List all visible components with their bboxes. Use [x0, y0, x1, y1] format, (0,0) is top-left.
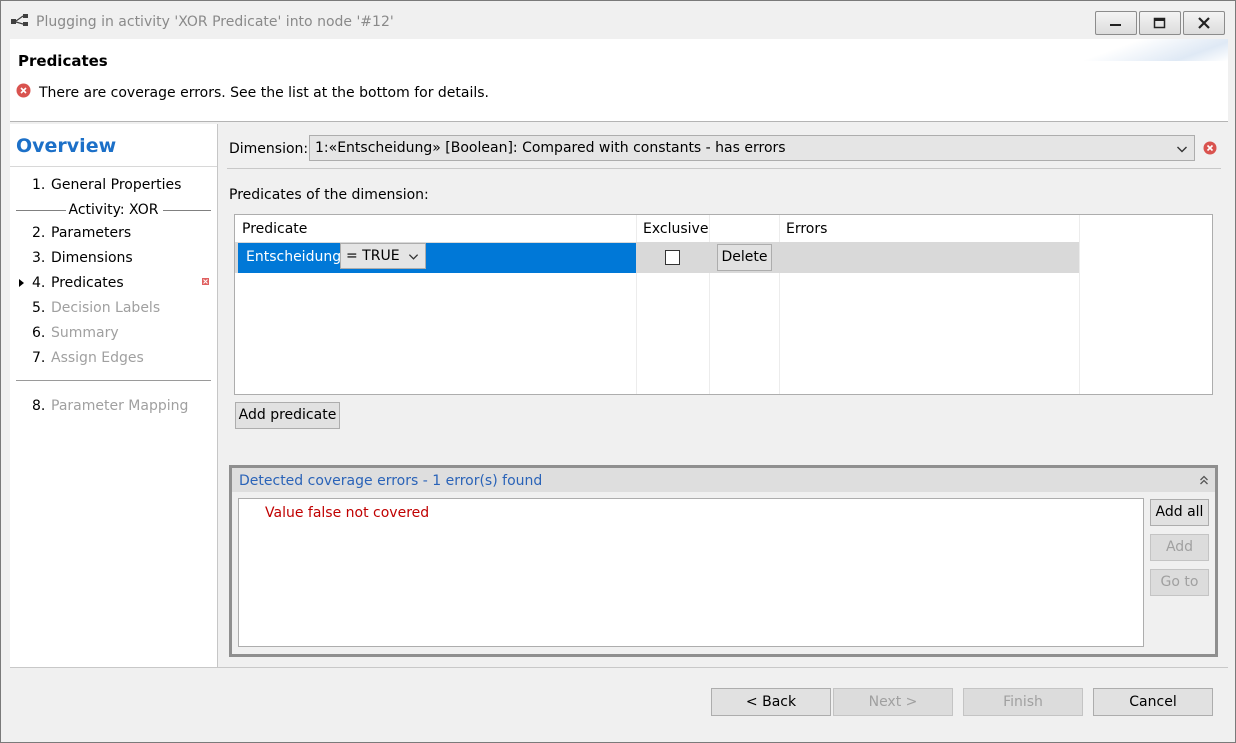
nav-item-number: 4. — [32, 275, 46, 291]
next-button[interactable]: Next > — [833, 688, 953, 716]
cancel-button[interactable]: Cancel — [1093, 688, 1213, 716]
title-bar: Plugging in activity 'XOR Predicate' int… — [1, 1, 1235, 39]
minimize-icon — [1110, 24, 1121, 26]
chevron-down-icon — [408, 254, 419, 260]
nav-item-parameters[interactable]: 2. Parameters — [32, 225, 131, 241]
back-button[interactable]: < Back — [711, 688, 831, 716]
predicates-section-title: Predicates of the dimension: — [229, 187, 429, 203]
nav-item-label: Assign Edges — [51, 350, 144, 366]
go-to-button[interactable]: Go to — [1150, 569, 1209, 596]
nav-item-summary[interactable]: 6. Summary — [32, 325, 119, 341]
nav-item-number: 6. — [32, 325, 46, 341]
nav-group-activity: Activity: XOR — [16, 202, 211, 220]
nav-group-label: Activity: XOR — [68, 202, 159, 218]
predicate-value-text: = TRUE — [346, 248, 400, 264]
coverage-title: Detected coverage errors - 1 error(s) fo… — [239, 473, 543, 489]
nav-item-predicates[interactable]: 4. Predicates — [32, 275, 124, 291]
nav-item-label: Decision Labels — [51, 300, 161, 316]
finish-button[interactable]: Finish — [963, 688, 1083, 716]
wizard-window: Plugging in activity 'XOR Predicate' int… — [0, 0, 1236, 743]
nav-item-label: Parameters — [51, 225, 132, 241]
column-header-predicate[interactable]: Predicate — [235, 215, 636, 242]
nav-divider — [16, 380, 211, 381]
error-icon — [16, 83, 31, 98]
header-error-message: There are coverage errors. See the list … — [39, 85, 489, 101]
page-title: Predicates — [18, 52, 108, 70]
maximize-icon — [1153, 17, 1166, 29]
nav-title-divider — [10, 166, 217, 167]
chevron-down-icon — [1177, 146, 1187, 153]
dimension-label: Dimension: — [229, 141, 309, 157]
nav-item-label: General Properties — [51, 177, 182, 193]
add-all-button[interactable]: Add all — [1150, 499, 1209, 526]
add-button[interactable]: Add — [1150, 534, 1209, 561]
step-error-icon — [202, 278, 209, 285]
nav-item-number: 3. — [32, 250, 46, 266]
column-divider — [1079, 215, 1080, 394]
dimension-select-value: 1:«Entscheidung» [Boolean]: Compared wit… — [315, 140, 786, 156]
nav-item-number: 7. — [32, 350, 46, 366]
collapse-icon[interactable] — [1199, 474, 1209, 486]
predicates-table: Predicate Exclusive Errors Entscheidung … — [234, 214, 1213, 395]
nav-item-label: Predicates — [51, 275, 124, 291]
nav-title: Overview — [16, 135, 117, 157]
coverage-errors-section: Detected coverage errors - 1 error(s) fo… — [229, 465, 1218, 657]
column-header-errors[interactable]: Errors — [779, 215, 1079, 242]
current-step-arrow-icon — [19, 279, 24, 287]
nav-item-assign-edges[interactable]: 7. Assign Edges — [32, 350, 144, 366]
nav-item-number: 1. — [32, 177, 46, 193]
coverage-header: Detected coverage errors - 1 error(s) fo… — [232, 468, 1215, 492]
nav-item-label: Dimensions — [51, 250, 133, 266]
column-header-actions — [709, 215, 779, 242]
window-title: Plugging in activity 'XOR Predicate' int… — [36, 14, 394, 30]
footer-divider — [10, 667, 1228, 668]
wizard-header: Predicates There are coverage errors. Se… — [10, 39, 1228, 122]
nav-item-number: 8. — [32, 398, 46, 414]
nav-item-label: Summary — [51, 325, 119, 341]
list-item[interactable]: Value false not covered — [265, 505, 429, 521]
exclusive-checkbox[interactable] — [665, 250, 680, 265]
close-icon — [1198, 17, 1210, 29]
add-predicate-button[interactable]: Add predicate — [235, 402, 340, 429]
overview-nav: Overview 1. General Properties Activity: … — [10, 124, 218, 667]
header-decoration — [1078, 39, 1228, 61]
predicate-dimension-name: Entscheidung — [246, 249, 342, 265]
nav-item-number: 2. — [32, 225, 46, 241]
maximize-button[interactable] — [1139, 11, 1181, 35]
app-node-icon — [11, 14, 28, 26]
nav-item-parameter-mapping[interactable]: 8. Parameter Mapping — [32, 398, 188, 414]
nav-item-decision-labels[interactable]: 5. Decision Labels — [32, 300, 160, 316]
nav-item-number: 5. — [32, 300, 46, 316]
column-header-exclusive[interactable]: Exclusive — [636, 215, 709, 242]
nav-item-dimensions[interactable]: 3. Dimensions — [32, 250, 133, 266]
nav-item-label: Parameter Mapping — [51, 398, 189, 414]
close-button[interactable] — [1183, 11, 1225, 35]
nav-item-general-properties[interactable]: 1. General Properties — [32, 177, 181, 193]
dimension-divider — [227, 168, 1221, 169]
dimension-error-icon — [1203, 141, 1217, 155]
coverage-errors-list[interactable]: Value false not covered — [238, 498, 1144, 647]
dimension-select[interactable]: 1:«Entscheidung» [Boolean]: Compared wit… — [309, 135, 1195, 161]
minimize-button[interactable] — [1095, 11, 1137, 35]
delete-button[interactable]: Delete — [717, 244, 772, 271]
predicate-value-select[interactable]: = TRUE — [340, 243, 426, 269]
main-panel: Dimension: 1:«Entscheidung» [Boolean]: C… — [219, 124, 1228, 667]
